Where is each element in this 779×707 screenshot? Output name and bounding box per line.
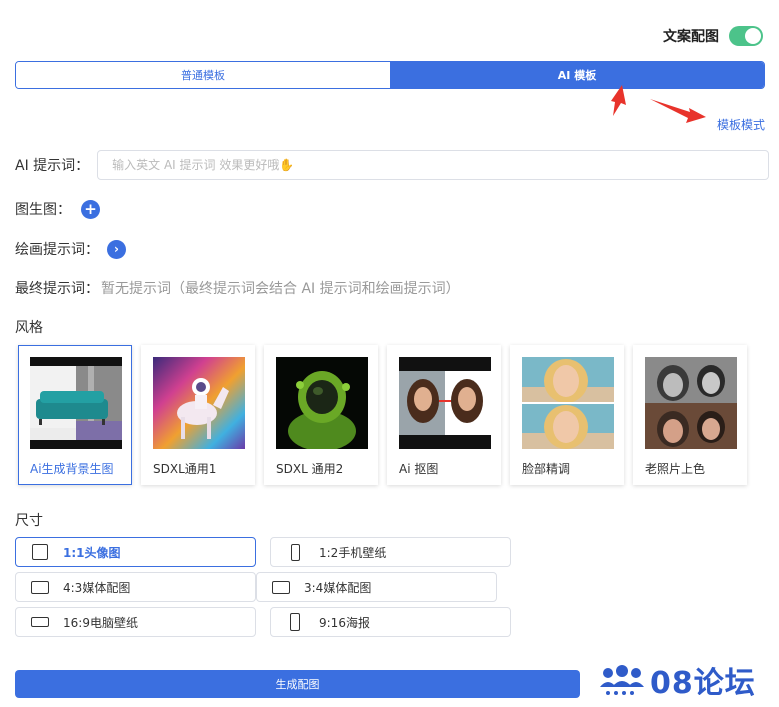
users-icon	[600, 665, 644, 695]
style-card-old-photo-colorize[interactable]: 老照片上色	[633, 345, 747, 485]
landscape-icon	[31, 580, 49, 594]
copy-image-toggle-label: 文案配图	[663, 29, 719, 45]
img2img-label: 图生图：	[15, 202, 71, 218]
style-card-sdxl-2[interactable]: SDXL 通用2	[264, 345, 378, 485]
style-name: 脸部精调	[522, 462, 571, 476]
size-label: 9:16海报	[319, 615, 370, 630]
style-name: Ai 抠图	[399, 462, 439, 476]
size-label: 1:1头像图	[63, 545, 121, 560]
final-prompt-value: 暂无提示词（最终提示词会结合 AI 提示词和绘画提示词）	[101, 281, 460, 297]
size-label: 4:3媒体配图	[63, 580, 131, 595]
final-prompt-label: 最终提示词：	[15, 281, 99, 297]
style-thumb-cutout	[399, 357, 491, 449]
generate-button[interactable]: 生成配图	[15, 670, 580, 698]
style-card-ai-cutout[interactable]: Ai 抠图	[387, 345, 501, 485]
ai-prompt-input[interactable]	[97, 150, 770, 180]
style-list: Ai生成背景生图 SDXL通用1 SDXL 通用2 Ai 抠图 脸部精调 老照片…	[18, 345, 747, 485]
ai-prompt-label: AI 提示词：	[15, 158, 90, 174]
size-label: 1:2手机壁纸	[319, 545, 387, 560]
style-thumb-green-astronaut	[276, 357, 368, 449]
size-label: 3:4媒体配图	[304, 580, 372, 595]
landscape-icon	[272, 580, 290, 594]
draw-prompt-row: 绘画提示词： ›	[15, 239, 126, 259]
size-section-title: 尺寸	[15, 513, 43, 529]
img2img-row: 图生图： +	[15, 199, 100, 219]
size-4-3-button[interactable]: 4:3媒体配图	[15, 572, 256, 602]
style-thumb-sofa	[30, 357, 122, 449]
chevron-right-icon[interactable]: ›	[107, 239, 126, 259]
style-section-title: 风格	[15, 320, 43, 336]
tab-normal-template[interactable]: 普通模板	[16, 62, 390, 88]
style-card-ai-background[interactable]: Ai生成背景生图	[18, 345, 132, 485]
style-card-sdxl-1[interactable]: SDXL通用1	[141, 345, 255, 485]
draw-prompt-label: 绘画提示词：	[15, 242, 99, 258]
size-3-4-button[interactable]: 3:4媒体配图	[256, 572, 497, 602]
tall-portrait-icon	[290, 613, 300, 631]
widescreen-icon	[31, 617, 49, 627]
portrait-icon	[291, 543, 300, 561]
size-1-1-button[interactable]: 1:1头像图	[15, 537, 256, 567]
size-label: 16:9电脑壁纸	[63, 615, 138, 630]
style-card-face-refine[interactable]: 脸部精调	[510, 345, 624, 485]
style-name: Ai生成背景生图	[30, 462, 114, 476]
size-1-2-button[interactable]: 1:2手机壁纸	[270, 537, 511, 567]
copy-image-toggle-row: 文案配图	[663, 26, 763, 46]
plus-icon[interactable]: +	[81, 199, 100, 219]
final-prompt-row: 最终提示词： 暂无提示词（最终提示词会结合 AI 提示词和绘画提示词）	[15, 278, 460, 298]
style-thumb-astronaut-horse	[153, 357, 245, 449]
size-16-9-button[interactable]: 16:9电脑壁纸	[15, 607, 256, 637]
size-9-16-button[interactable]: 9:16海报	[270, 607, 511, 637]
style-name: 老照片上色	[645, 462, 706, 476]
watermark: 08论坛	[598, 658, 756, 702]
ai-prompt-row: AI 提示词：	[15, 150, 770, 180]
copy-image-toggle[interactable]	[729, 26, 763, 46]
template-mode-link[interactable]: 模板模式	[717, 116, 765, 133]
watermark-text: 08论坛	[650, 666, 756, 701]
style-name: SDXL通用1	[153, 462, 217, 476]
square-icon	[32, 544, 48, 560]
annotation-arrows-icon	[611, 85, 706, 123]
style-thumb-old-photo	[645, 357, 737, 449]
style-name: SDXL 通用2	[276, 462, 344, 476]
style-thumb-face	[522, 357, 614, 449]
